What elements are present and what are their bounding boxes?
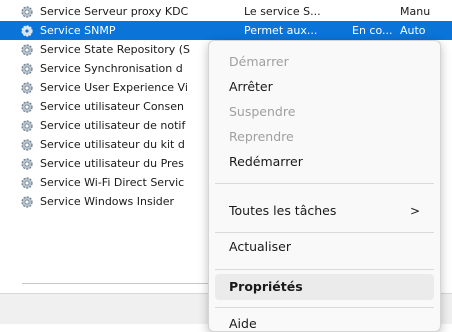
menu-item-aide[interactable]: Aide bbox=[215, 311, 434, 331]
gear-icon bbox=[20, 176, 34, 190]
gear-icon bbox=[20, 100, 34, 114]
menu-item-actualiser[interactable]: Actualiser bbox=[215, 234, 434, 260]
menu-separator bbox=[215, 269, 434, 270]
service-name: Service SNMP bbox=[40, 24, 116, 37]
menu-item-label: Arrêter bbox=[229, 79, 273, 94]
gear-icon bbox=[20, 24, 34, 38]
service-name: Service Synchronisation d bbox=[40, 62, 183, 75]
service-name: Service utilisateur de notif bbox=[40, 119, 186, 132]
menu-separator bbox=[215, 232, 434, 233]
menu-item-label: Toutes les tâches bbox=[229, 203, 337, 218]
list-divider bbox=[22, 283, 208, 284]
menu-item-label: Suspendre bbox=[229, 104, 296, 119]
service-name: Service User Experience Vi bbox=[40, 81, 188, 94]
menu-item-label: Propriétés bbox=[229, 279, 303, 294]
service-name: Service State Repository (S bbox=[40, 43, 191, 56]
table-row[interactable]: Service Serveur proxy KDC Le service S..… bbox=[0, 2, 452, 21]
service-name: Service Serveur proxy KDC bbox=[40, 5, 189, 18]
menu-item-label: Redémarrer bbox=[229, 154, 303, 169]
service-description: Le service S... bbox=[244, 5, 321, 18]
menu-item-suspendre[interactable]: Suspendre bbox=[215, 99, 434, 125]
menu-item-reprendre[interactable]: Reprendre bbox=[215, 124, 434, 150]
service-name: Service utilisateur Consen bbox=[40, 100, 184, 113]
menu-separator bbox=[215, 183, 434, 184]
service-name: Service utilisateur du Pres bbox=[40, 157, 184, 170]
service-name: Service utilisateur du kit d bbox=[40, 138, 185, 151]
gear-icon bbox=[20, 157, 34, 171]
chevron-right-icon: > bbox=[409, 204, 420, 218]
service-name: Service Windows Insider bbox=[40, 195, 175, 208]
menu-item-arreter[interactable]: Arrêter bbox=[215, 74, 434, 100]
table-row-selected[interactable]: Service SNMP Permet aux... En co... Auto bbox=[0, 21, 452, 40]
menu-item-label: Actualiser bbox=[229, 239, 291, 254]
gear-icon bbox=[20, 5, 34, 19]
gear-icon bbox=[20, 43, 34, 57]
gear-icon bbox=[20, 62, 34, 76]
menu-item-label: Reprendre bbox=[229, 129, 294, 144]
menu-item-proprietes[interactable]: Propriétés bbox=[215, 274, 434, 300]
service-startup: Manu bbox=[400, 5, 431, 18]
gear-icon bbox=[20, 138, 34, 152]
service-name: Service Wi-Fi Direct Servic bbox=[40, 176, 185, 189]
menu-item-demarrer[interactable]: Démarrer bbox=[215, 49, 434, 75]
gear-icon bbox=[20, 81, 34, 95]
service-startup: Auto bbox=[400, 24, 426, 37]
service-status: En co... bbox=[352, 24, 393, 37]
menu-item-redemarrer[interactable]: Redémarrer bbox=[215, 149, 434, 175]
menu-separator bbox=[215, 307, 434, 308]
menu-item-toutes-les-taches[interactable]: Toutes les tâches > bbox=[215, 198, 434, 224]
gear-icon bbox=[20, 195, 34, 209]
service-description: Permet aux... bbox=[244, 24, 318, 37]
gear-icon bbox=[20, 119, 34, 133]
menu-item-label: Aide bbox=[229, 316, 257, 331]
menu-item-label: Démarrer bbox=[229, 54, 289, 69]
context-menu: Démarrer Arrêter Suspendre Reprendre Red… bbox=[208, 40, 441, 332]
